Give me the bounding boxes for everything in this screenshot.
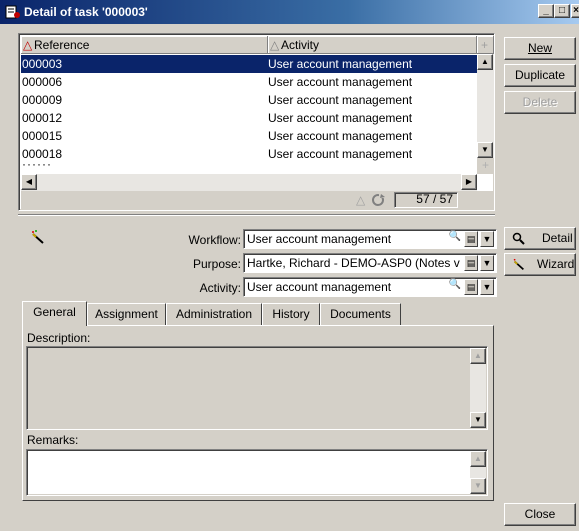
title-bar[interactable]: Detail of task '000003' _ □ × — [0, 0, 579, 24]
vertical-scrollbar[interactable]: ▲ ▼ + — [477, 54, 494, 174]
sort-asc-icon: △ — [23, 38, 33, 52]
dropdown-button[interactable]: ▼ — [480, 255, 494, 271]
horizontal-scrollbar[interactable]: ◀ ▶ — [21, 174, 477, 191]
maximize-button[interactable]: □ — [554, 4, 570, 18]
plus-icon: + — [477, 158, 494, 174]
activity-label: Activity: — [199, 281, 241, 295]
magic-wand-icon — [513, 258, 524, 271]
partial-row: ······ — [22, 163, 52, 171]
purpose-value: Hartke, Richard - DEMO-ASP0 (Notes v — [247, 256, 460, 270]
scroll-down-button[interactable]: ▼ — [470, 478, 486, 494]
reference-cell: 000006 — [22, 75, 63, 89]
dropdown-button[interactable]: ▼ — [480, 231, 494, 247]
remarks-scrollbar[interactable]: ▲ ▼ — [470, 451, 486, 494]
duplicate-button[interactable]: Duplicate — [504, 64, 576, 87]
description-textarea[interactable]: ▲ ▼ — [26, 346, 488, 430]
reference-cell: 000003 — [22, 57, 63, 71]
activity-cell: User account management — [268, 147, 413, 161]
scroll-up-button[interactable]: ▲ — [477, 54, 493, 70]
table-row[interactable]: 000012 User account management — [21, 109, 477, 127]
workflow-label: Workflow: — [188, 233, 241, 247]
workflow-field[interactable]: User account management 🔍 ▤ ▼ — [243, 229, 497, 249]
task-list[interactable]: △ Reference △ Activity + 000003 User acc… — [18, 33, 495, 211]
purpose-field[interactable]: Hartke, Richard - DEMO-ASP0 (Notes v ▤ ▼ — [243, 253, 497, 273]
tab-general[interactable]: General — [22, 301, 87, 326]
description-scrollbar[interactable]: ▲ ▼ — [470, 348, 486, 428]
reference-cell: 000015 — [22, 129, 63, 143]
tab-administration[interactable]: Administration — [166, 303, 262, 325]
activity-field[interactable]: User account management 🔍 ▤ ▼ — [243, 277, 497, 297]
detail-icon[interactable]: ▤ — [464, 231, 478, 247]
remarks-textarea[interactable]: ▲ ▼ — [26, 449, 488, 496]
workflow-value: User account management — [247, 232, 392, 246]
dropdown-button[interactable]: ▼ — [480, 279, 494, 295]
delete-button[interactable]: Delete — [504, 91, 576, 114]
scroll-left-button[interactable]: ◀ — [21, 174, 37, 190]
magic-wand-icon — [32, 230, 44, 244]
column-header-label: Activity — [281, 38, 320, 52]
table-row[interactable]: 000003 User account management — [21, 55, 477, 73]
column-header-label: Reference — [34, 38, 90, 52]
table-row[interactable]: 000018 User account management — [21, 145, 477, 163]
wizard-button[interactable]: Wizard — [504, 253, 576, 276]
reference-cell: 000012 — [22, 111, 63, 125]
minimize-button[interactable]: _ — [538, 4, 554, 18]
search-icon[interactable]: 🔍 — [448, 231, 462, 247]
magnifier-icon — [512, 232, 525, 245]
reference-cell: 000018 — [22, 147, 63, 161]
wizard-button-label: Wizard — [537, 257, 575, 271]
record-count: 57 / 57 — [394, 192, 458, 208]
detail-icon[interactable]: ▤ — [464, 255, 478, 271]
tab-panel-general: Description: ▲ ▼ Remarks: ▲ ▼ — [22, 325, 494, 501]
remarks-label: Remarks: — [27, 433, 79, 447]
activity-cell: User account management — [268, 75, 413, 89]
close-button[interactable]: Close — [504, 503, 576, 526]
app-icon — [5, 5, 20, 19]
plus-icon: + — [481, 38, 489, 52]
refresh-icon[interactable] — [369, 192, 387, 208]
activity-cell: User account management — [268, 93, 413, 107]
purpose-label: Purpose: — [192, 257, 241, 271]
tab-documents[interactable]: Documents — [320, 303, 401, 325]
column-chooser-button[interactable]: + — [477, 36, 494, 54]
column-header-reference[interactable]: △ Reference — [21, 36, 268, 54]
duplicate-button-label: Duplicate — [514, 68, 566, 82]
scroll-down-button[interactable]: ▼ — [477, 142, 493, 158]
detail-icon[interactable]: ▤ — [464, 279, 478, 295]
table-row[interactable]: 000009 User account management — [21, 91, 477, 109]
activity-cell: User account management — [268, 57, 413, 71]
scroll-up-button[interactable]: ▲ — [470, 348, 486, 364]
sort-indicator-icon: △ — [356, 193, 366, 207]
detail-button-label: Detail — [542, 231, 573, 245]
tab-assignment[interactable]: Assignment — [87, 303, 166, 325]
new-button-label: New — [527, 41, 552, 55]
activity-value: User account management — [247, 280, 392, 294]
table-row[interactable]: 000015 User account management — [21, 127, 477, 145]
scroll-up-button[interactable]: ▲ — [470, 451, 486, 467]
close-button-label: Close — [524, 507, 556, 521]
search-icon[interactable]: 🔍 — [448, 279, 462, 295]
column-header-activity[interactable]: △ Activity — [268, 36, 477, 54]
scroll-down-button[interactable]: ▼ — [470, 412, 486, 428]
activity-cell: User account management — [268, 111, 413, 125]
table-row[interactable]: 000006 User account management — [21, 73, 477, 91]
reference-cell: 000009 — [22, 93, 63, 107]
close-window-button[interactable]: × — [571, 4, 579, 18]
list-status-bar: △ 57 / 57 — [21, 191, 494, 209]
divider — [18, 214, 495, 216]
description-label: Description: — [27, 331, 91, 345]
scroll-right-button[interactable]: ▶ — [461, 174, 477, 190]
activity-cell: User account management — [268, 129, 413, 143]
tab-history[interactable]: History — [262, 303, 320, 325]
window-title: Detail of task '000003' — [24, 5, 148, 19]
detail-button[interactable]: Detail — [504, 227, 576, 250]
new-button[interactable]: New — [504, 37, 576, 60]
delete-button-label: Delete — [522, 95, 558, 109]
sort-indicator-icon: △ — [270, 38, 280, 52]
